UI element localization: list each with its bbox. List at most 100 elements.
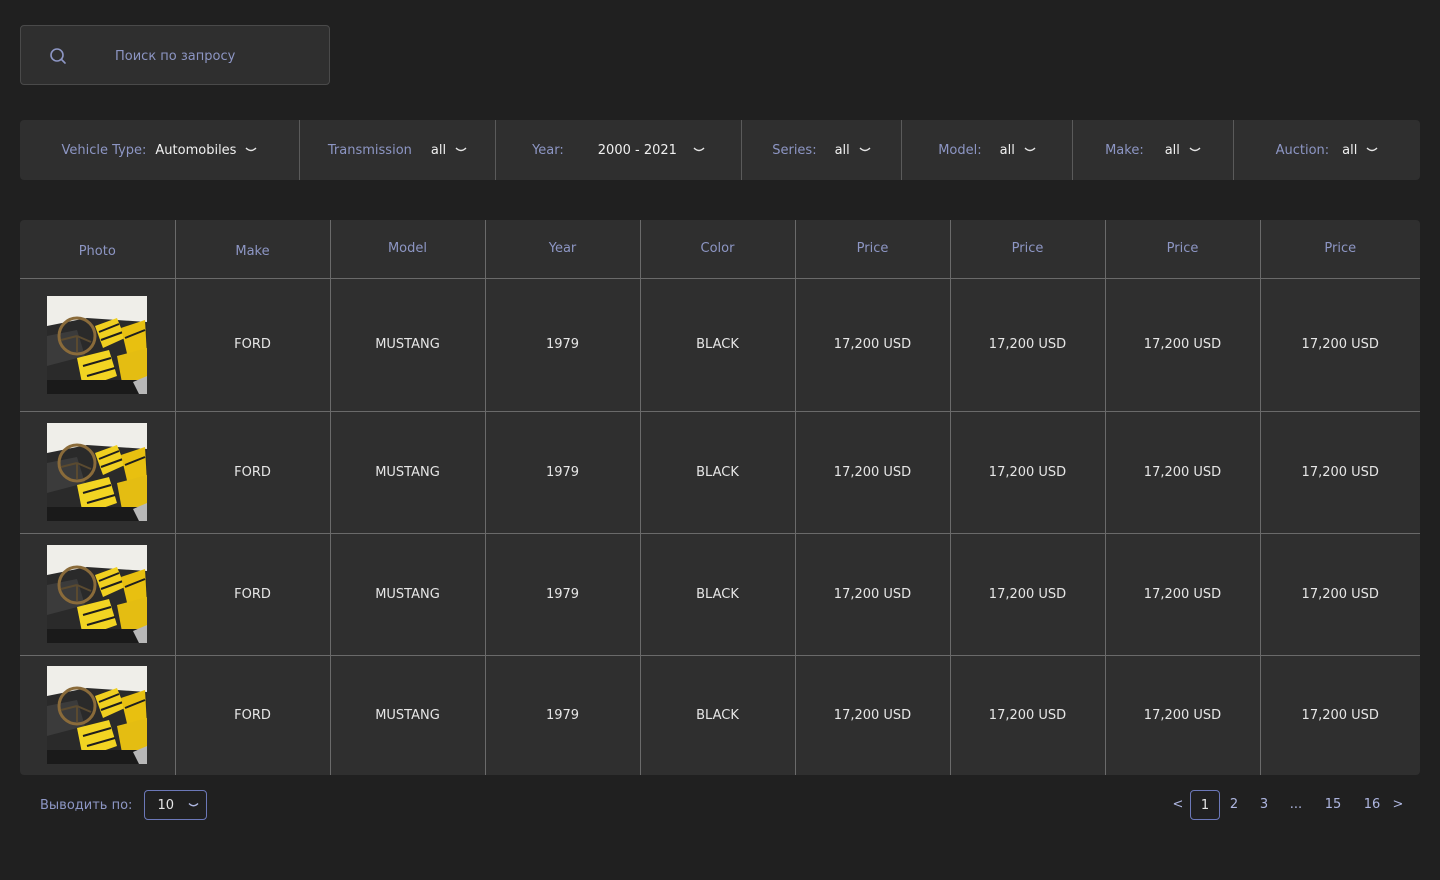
filter-label: Year:: [532, 142, 564, 158]
filter-value: all: [834, 142, 850, 158]
price-cell: 17,200 USD: [795, 278, 951, 412]
filter-bar: Vehicle Type: Automobiles Transmission a…: [20, 120, 1420, 180]
price-cell: 17,200 USD: [950, 278, 1106, 412]
model-cell: MUSTANG: [330, 533, 486, 656]
model-cell: MUSTANG: [330, 411, 486, 534]
page-15-button[interactable]: 15: [1322, 790, 1344, 820]
year-cell: 1979: [485, 278, 641, 412]
car-photo-thumbnail[interactable]: [47, 296, 147, 394]
price-cell: 17,200 USD: [1260, 278, 1420, 412]
per-page-select[interactable]: 10: [144, 790, 208, 820]
page-2-button[interactable]: 2: [1226, 790, 1242, 820]
price-cell: 17,200 USD: [1105, 655, 1261, 775]
pagination: < 1 2 3 ... 15 16 >: [1166, 790, 1416, 820]
page-1-button[interactable]: 1: [1190, 790, 1220, 820]
filter-vehicle-type[interactable]: Vehicle Type: Automobiles: [20, 120, 300, 180]
search-icon: [50, 48, 66, 64]
filter-label: Model:: [938, 142, 982, 158]
make-cell: FORD: [175, 533, 331, 656]
car-photo-thumbnail[interactable]: [47, 423, 147, 521]
filter-auction[interactable]: Auction: all: [1234, 120, 1420, 180]
filter-value: all: [1164, 142, 1180, 158]
header-price: Price: [795, 220, 951, 279]
filter-year[interactable]: Year: 2000 - 2021: [496, 120, 742, 180]
table-row[interactable]: FORD MUSTANG 1979 BLACK 17,200 USD 17,20…: [20, 655, 1420, 775]
price-cell: 17,200 USD: [1105, 533, 1261, 656]
year-cell: 1979: [485, 411, 641, 534]
per-page-label: Выводить по:: [40, 797, 133, 813]
page-16-button[interactable]: 16: [1361, 790, 1383, 820]
price-cell: 17,200 USD: [1260, 533, 1420, 656]
year-cell: 1979: [485, 533, 641, 656]
header-make: Make: [175, 220, 331, 279]
model-cell: MUSTANG: [330, 278, 486, 412]
per-page-control: Выводить по: 10: [40, 790, 208, 820]
filter-label: Vehicle Type:: [61, 142, 147, 158]
header-year: Year: [485, 220, 641, 279]
photo-cell[interactable]: [20, 411, 176, 534]
search-box[interactable]: [20, 25, 330, 85]
car-photo-thumbnail[interactable]: [47, 545, 147, 643]
filter-value: 2000 - 2021: [597, 142, 677, 158]
price-cell: 17,200 USD: [795, 655, 951, 775]
filter-transmission[interactable]: Transmission all: [300, 120, 496, 180]
chevron-down-icon: [1189, 147, 1201, 152]
filter-series[interactable]: Series: all: [742, 120, 902, 180]
filter-value: Automobiles: [155, 142, 237, 158]
header-price: Price: [1105, 220, 1261, 279]
next-page-button[interactable]: >: [1391, 790, 1405, 820]
chevron-down-icon: [188, 802, 199, 806]
price-cell: 17,200 USD: [950, 411, 1106, 534]
filter-label: Series:: [772, 142, 817, 158]
page-3-button[interactable]: 3: [1256, 790, 1272, 820]
results-table: Photo Make Model Year Color Price Price …: [20, 220, 1420, 775]
prev-page-button[interactable]: <: [1171, 790, 1185, 820]
price-cell: 17,200 USD: [1260, 411, 1420, 534]
color-cell: BLACK: [640, 411, 796, 534]
make-cell: FORD: [175, 411, 331, 534]
photo-cell[interactable]: [20, 533, 176, 656]
price-cell: 17,200 USD: [950, 533, 1106, 656]
header-price: Price: [950, 220, 1106, 279]
filter-label: Make:: [1105, 142, 1144, 158]
pagination-ellipsis: ...: [1289, 797, 1303, 812]
filter-value: all: [999, 142, 1015, 158]
photo-cell[interactable]: [20, 655, 176, 775]
filter-model[interactable]: Model: all: [902, 120, 1073, 180]
header-model: Model: [330, 220, 486, 279]
color-cell: BLACK: [640, 278, 796, 412]
model-cell: MUSTANG: [330, 655, 486, 775]
chevron-down-icon: [245, 147, 257, 152]
table-row[interactable]: FORD MUSTANG 1979 BLACK 17,200 USD 17,20…: [20, 278, 1420, 412]
chevron-down-icon: [859, 147, 871, 152]
header-price: Price: [1260, 220, 1420, 279]
price-cell: 17,200 USD: [795, 411, 951, 534]
color-cell: BLACK: [640, 533, 796, 656]
chevron-down-icon: [455, 147, 467, 152]
price-cell: 17,200 USD: [1105, 278, 1261, 412]
header-color: Color: [640, 220, 796, 279]
make-cell: FORD: [175, 655, 331, 775]
table-header-row: Photo Make Model Year Color Price Price …: [20, 220, 1420, 279]
car-photo-thumbnail[interactable]: [47, 666, 147, 764]
filter-value: all: [430, 142, 447, 158]
filter-label: Auction:: [1275, 142, 1330, 158]
table-row[interactable]: FORD MUSTANG 1979 BLACK 17,200 USD 17,20…: [20, 533, 1420, 656]
header-photo: Photo: [20, 220, 176, 279]
make-cell: FORD: [175, 278, 331, 412]
price-cell: 17,200 USD: [1105, 411, 1261, 534]
photo-cell[interactable]: [20, 278, 176, 412]
search-input[interactable]: [115, 42, 315, 70]
table-row[interactable]: FORD MUSTANG 1979 BLACK 17,200 USD 17,20…: [20, 411, 1420, 534]
price-cell: 17,200 USD: [950, 655, 1106, 775]
filter-label: Transmission: [327, 142, 412, 158]
filter-value: all: [1342, 142, 1358, 158]
per-page-value: 10: [157, 797, 174, 813]
price-cell: 17,200 USD: [1301, 707, 1379, 723]
price-cell: 17,200 USD: [795, 533, 951, 656]
chevron-down-icon: [693, 147, 705, 152]
color-cell: BLACK: [640, 655, 796, 775]
filter-make[interactable]: Make: all: [1073, 120, 1234, 180]
year-cell: 1979: [485, 655, 641, 775]
chevron-down-icon: [1024, 147, 1036, 152]
